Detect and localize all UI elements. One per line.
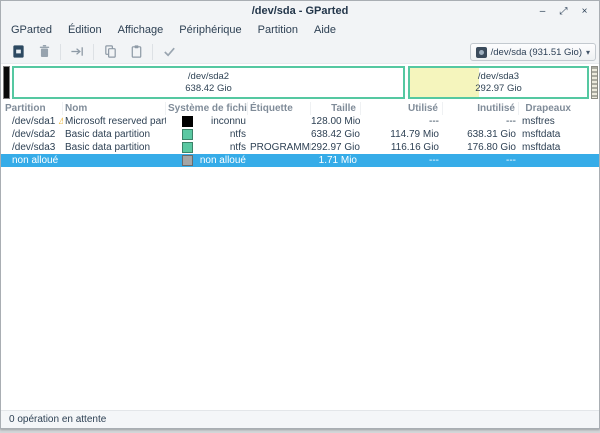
copy-button[interactable] bbox=[97, 42, 123, 62]
partition-etiquette bbox=[248, 115, 311, 128]
menu-peripherique[interactable]: Périphérique bbox=[171, 21, 249, 40]
statusbar: 0 opération en attente bbox=[1, 410, 599, 428]
partition-label bbox=[63, 154, 166, 167]
filesystem-color-swatch bbox=[182, 155, 193, 166]
partition-flags: msftres bbox=[519, 115, 599, 128]
window-controls: – ⤢ × bbox=[532, 1, 595, 21]
close-button[interactable]: × bbox=[574, 2, 595, 20]
partition-name: /dev/sda2 bbox=[12, 128, 55, 141]
device-selector-value: /dev/sda (931.51 Gio) bbox=[491, 47, 582, 58]
filesystem-name: non alloué bbox=[193, 154, 248, 167]
header-inutilise: Inutilisé bbox=[443, 102, 519, 115]
toolbar-separator bbox=[60, 44, 61, 60]
partition-unused: 638.31 Gio bbox=[443, 128, 519, 141]
partition-etiquette: PROGRAMMES bbox=[248, 141, 311, 154]
copy-icon bbox=[103, 44, 118, 59]
apply-button[interactable] bbox=[156, 42, 182, 62]
segment-size: 292.97 Gio bbox=[475, 83, 521, 95]
partition-label: Basic data partition bbox=[63, 141, 166, 154]
gparted-window: /dev/sda - GParted – ⤢ × GParted Édition… bbox=[0, 0, 600, 429]
minimize-button[interactable]: – bbox=[532, 2, 553, 20]
new-partition-button[interactable] bbox=[5, 42, 31, 62]
filesystem-name: inconnu bbox=[193, 115, 248, 128]
partition-name: /dev/sda1 bbox=[12, 115, 55, 128]
menu-aide[interactable]: Aide bbox=[306, 21, 344, 40]
window-title: /dev/sda - GParted bbox=[252, 5, 349, 17]
disk-segment-sda3[interactable]: /dev/sda3 292.97 Gio bbox=[408, 66, 589, 99]
header-filesystem: Système de fichiers bbox=[166, 102, 248, 115]
partition-flags bbox=[519, 154, 599, 167]
disk-segment-sda2[interactable]: /dev/sda2 638.42 Gio bbox=[12, 66, 405, 99]
header-etiquette: Étiquette bbox=[248, 102, 311, 115]
partition-name: non alloué bbox=[12, 154, 58, 167]
filesystem-color-swatch bbox=[182, 129, 193, 140]
delete-icon bbox=[37, 44, 52, 59]
partition-etiquette bbox=[248, 154, 311, 167]
table-row-sda3[interactable]: /dev/sda3 Basic data partition ntfs PROG… bbox=[1, 141, 599, 154]
partition-used: --- bbox=[361, 154, 443, 167]
titlebar: /dev/sda - GParted – ⤢ × bbox=[1, 1, 599, 21]
partition-unused: --- bbox=[443, 154, 519, 167]
toolbar-separator bbox=[152, 44, 153, 60]
delete-partition-button[interactable] bbox=[31, 42, 57, 62]
partition-flags: msftdata bbox=[519, 141, 599, 154]
table-row-sda1[interactable]: /dev/sda1 ⚠ Microsoft reserved partition… bbox=[1, 115, 599, 128]
resize-move-button[interactable] bbox=[64, 42, 90, 62]
harddisk-icon bbox=[476, 47, 487, 58]
partition-used: 116.16 Gio bbox=[361, 141, 443, 154]
partition-etiquette bbox=[248, 128, 311, 141]
device-selector[interactable]: /dev/sda (931.51 Gio) ▾ bbox=[470, 43, 596, 61]
disk-segment-unallocated[interactable] bbox=[591, 66, 598, 99]
partition-size: 292.97 Gio bbox=[311, 141, 361, 154]
pending-operations-text: 0 opération en attente bbox=[9, 414, 106, 425]
partition-size: 638.42 Gio bbox=[311, 128, 361, 141]
segment-name: /dev/sda2 bbox=[188, 71, 229, 83]
partition-size: 128.00 Mio bbox=[311, 115, 361, 128]
toolbar: /dev/sda (931.51 Gio) ▾ bbox=[1, 40, 599, 64]
partition-name: /dev/sda3 bbox=[12, 141, 55, 154]
partition-flags: msftdata bbox=[519, 128, 599, 141]
table-row-unallocated[interactable]: non alloué non alloué 1.71 Mio --- --- bbox=[1, 154, 599, 167]
disk-visual-panel: /dev/sda2 638.42 Gio /dev/sda3 292.97 Gi… bbox=[1, 64, 599, 102]
partition-used: --- bbox=[361, 115, 443, 128]
disk-segment-sda1[interactable] bbox=[3, 66, 10, 99]
filesystem-name: ntfs bbox=[193, 141, 248, 154]
header-drapeaux: Drapeaux bbox=[519, 102, 599, 115]
menu-partition[interactable]: Partition bbox=[250, 21, 306, 40]
header-utilise: Utilisé bbox=[361, 102, 443, 115]
partition-label: Microsoft reserved partition bbox=[63, 115, 166, 128]
partition-unused: 176.80 Gio bbox=[443, 141, 519, 154]
header-nom: Nom bbox=[63, 102, 166, 115]
header-taille: Taille bbox=[311, 102, 361, 115]
segment-name: /dev/sda3 bbox=[478, 71, 519, 83]
table-row-sda2[interactable]: /dev/sda2 Basic data partition ntfs 638.… bbox=[1, 128, 599, 141]
filesystem-name: ntfs bbox=[193, 128, 248, 141]
header-partition: Partition bbox=[1, 102, 63, 115]
paste-button[interactable] bbox=[123, 42, 149, 62]
menu-gparted[interactable]: GParted bbox=[3, 21, 60, 40]
used-space-fill bbox=[410, 68, 479, 97]
filesystem-color-swatch bbox=[182, 142, 193, 153]
menu-affichage[interactable]: Affichage bbox=[110, 21, 172, 40]
filesystem-color-swatch bbox=[182, 116, 193, 127]
resize-move-icon bbox=[70, 44, 85, 59]
maximize-button[interactable]: ⤢ bbox=[553, 2, 574, 20]
partition-used: 114.79 Mio bbox=[361, 128, 443, 141]
chevron-down-icon: ▾ bbox=[586, 48, 590, 57]
partition-list: /dev/sda1 ⚠ Microsoft reserved partition… bbox=[1, 115, 599, 167]
menubar: GParted Édition Affichage Périphérique P… bbox=[1, 21, 599, 40]
table-header: Partition Nom Système de fichiers Étique… bbox=[1, 102, 599, 115]
menu-edition[interactable]: Édition bbox=[60, 21, 110, 40]
segment-size: 638.42 Gio bbox=[185, 83, 231, 95]
partition-label: Basic data partition bbox=[63, 128, 166, 141]
partition-size: 1.71 Mio bbox=[311, 154, 361, 167]
new-partition-icon bbox=[11, 44, 26, 59]
apply-icon bbox=[162, 44, 177, 59]
toolbar-separator bbox=[93, 44, 94, 60]
partition-unused: --- bbox=[443, 115, 519, 128]
paste-icon bbox=[129, 44, 144, 59]
